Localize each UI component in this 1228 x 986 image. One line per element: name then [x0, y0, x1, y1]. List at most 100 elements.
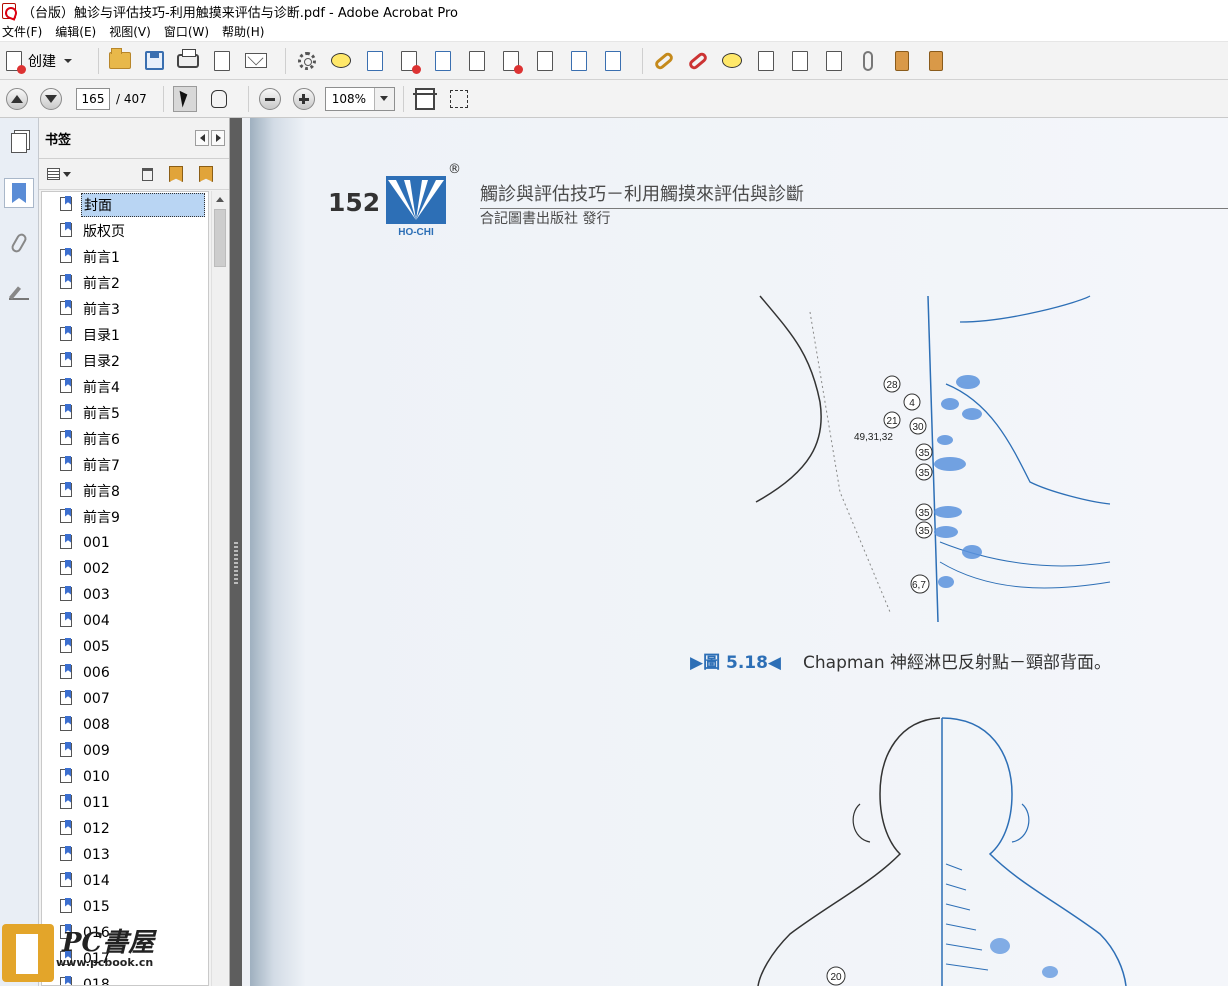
menu-help[interactable]: 帮助(H)	[220, 23, 271, 40]
menu-edit[interactable]: 编辑(E)	[53, 23, 103, 40]
bookmark-item[interactable]: 前言2	[60, 272, 122, 294]
zoom-out-button[interactable]	[257, 86, 283, 112]
toolbar-separator	[247, 85, 249, 112]
bookmark-page-icon	[60, 273, 74, 292]
bookmark-item[interactable]: 007	[60, 688, 112, 710]
figure-label: 30	[912, 422, 924, 433]
page-options-button[interactable]	[600, 48, 626, 74]
document-info-button[interactable]	[753, 48, 779, 74]
draw-button[interactable]	[855, 48, 881, 74]
menu-view[interactable]: 视图(V)	[107, 23, 158, 40]
collapse-panel-button[interactable]	[195, 130, 209, 146]
bookmark-item[interactable]: 010	[60, 766, 112, 788]
bookmark-page-icon	[60, 819, 74, 838]
form-button[interactable]	[532, 48, 558, 74]
chevron-up-icon	[216, 196, 224, 202]
email-button[interactable]	[243, 48, 269, 74]
bookmark-item[interactable]: 前言8	[60, 480, 122, 502]
options-button[interactable]	[47, 165, 73, 183]
bookmark-item[interactable]: 013	[60, 844, 112, 866]
hand-tool-button[interactable]	[206, 86, 232, 112]
acrobat-pdf-icon	[2, 3, 16, 19]
print-button[interactable]	[175, 48, 201, 74]
toolbar-separator	[642, 47, 643, 74]
signatures-button[interactable]	[4, 278, 34, 308]
figure-label: 35	[918, 508, 930, 519]
panel-header: 书签	[39, 118, 229, 159]
sign-button[interactable]	[498, 48, 524, 74]
highlight-button[interactable]	[362, 48, 388, 74]
menu-window[interactable]: 窗口(W)	[162, 23, 216, 40]
bookmark-item[interactable]: 前言6	[60, 428, 122, 450]
panel-splitter[interactable]	[230, 118, 242, 986]
navigation-toolbar: 165 / 407 108%	[0, 80, 1228, 118]
organize-button[interactable]	[923, 48, 949, 74]
bookmark-item[interactable]: 001	[60, 532, 112, 554]
zoom-select[interactable]: 108%	[324, 86, 395, 111]
bookmark-item[interactable]: 008	[60, 714, 112, 736]
menu-file[interactable]: 文件(F)	[0, 23, 49, 40]
fit-page-button[interactable]	[412, 86, 438, 112]
trash-icon[interactable]	[142, 167, 153, 181]
blank-page-button[interactable]	[787, 48, 813, 74]
bookmark-label: 封面	[81, 193, 205, 217]
delete-page-button[interactable]	[396, 48, 422, 74]
bookmark-item[interactable]: 004	[60, 610, 112, 632]
bookmark-item[interactable]: 前言1	[60, 246, 122, 268]
bookmark-item[interactable]: 005	[60, 636, 112, 658]
scroll-up-button[interactable]	[212, 191, 228, 207]
attachments-button[interactable]	[4, 228, 34, 258]
bookmark-label: 006	[83, 665, 110, 681]
bookmark-item[interactable]: 006	[60, 662, 112, 684]
bookmark-item[interactable]: 前言5	[60, 402, 122, 424]
bookmarks-button[interactable]	[4, 178, 34, 208]
full-screen-button[interactable]	[446, 86, 472, 112]
select-tool-button[interactable]	[172, 85, 198, 112]
create-button[interactable]: 创建	[6, 50, 72, 74]
pencil-document-icon	[214, 50, 230, 71]
expand-panel-button[interactable]	[211, 130, 225, 146]
next-page-button[interactable]	[38, 86, 64, 112]
comment-button[interactable]	[328, 48, 354, 74]
bookmark-item[interactable]: 前言7	[60, 454, 122, 476]
attachment-button[interactable]	[889, 48, 915, 74]
scroll-thumb[interactable]	[214, 209, 226, 267]
bookmark-item[interactable]: 前言4	[60, 376, 122, 398]
stamp-button[interactable]	[719, 48, 745, 74]
export-button[interactable]	[464, 48, 490, 74]
unlink-button[interactable]	[685, 48, 711, 74]
bookmark-item[interactable]: 封面	[60, 193, 205, 217]
bookmark-item[interactable]: 前言3	[60, 298, 122, 320]
folder-open-icon	[109, 48, 131, 69]
new-bookmark-icon[interactable]	[169, 166, 183, 182]
bookmark-item[interactable]: 012	[60, 818, 112, 840]
page-thumbnails-button[interactable]	[4, 128, 34, 158]
zoom-in-button[interactable]	[291, 86, 317, 112]
bookmark-item[interactable]: 目录1	[60, 324, 122, 346]
measure-button[interactable]	[821, 48, 847, 74]
edit-document-button[interactable]	[209, 48, 235, 74]
save-button[interactable]	[141, 48, 167, 74]
bookmark-item[interactable]: 前言9	[60, 506, 122, 528]
bookmark-item[interactable]: 014	[60, 870, 112, 892]
expand-bookmark-icon[interactable]	[199, 166, 213, 182]
bookmark-item[interactable]: 003	[60, 584, 112, 606]
zoom-value: 108%	[331, 91, 367, 106]
bookmark-item[interactable]: 目录2	[60, 350, 122, 372]
link-button[interactable]	[651, 48, 677, 74]
document-view[interactable]: 152 HO-CHI ® 觸診與評估技巧－利用觸摸來評估與診斷 合記圖書出版社 …	[242, 118, 1228, 986]
zoom-dropdown-button[interactable]	[373, 87, 394, 110]
splitter-grip-icon	[234, 542, 238, 586]
search-document-button[interactable]	[430, 48, 456, 74]
page-number-input[interactable]: 165	[76, 87, 110, 110]
watermark-brand: PC書屋	[62, 928, 155, 958]
bookmark-item[interactable]: 版权页	[60, 220, 127, 242]
combine-button[interactable]	[566, 48, 592, 74]
open-button[interactable]	[107, 48, 133, 74]
bookmark-scrollbar[interactable]	[211, 191, 228, 986]
settings-button[interactable]	[294, 48, 320, 74]
bookmark-item[interactable]: 011	[60, 792, 112, 814]
bookmark-item[interactable]: 009	[60, 740, 112, 762]
bookmark-item[interactable]: 002	[60, 558, 112, 580]
previous-page-button[interactable]	[4, 86, 30, 112]
